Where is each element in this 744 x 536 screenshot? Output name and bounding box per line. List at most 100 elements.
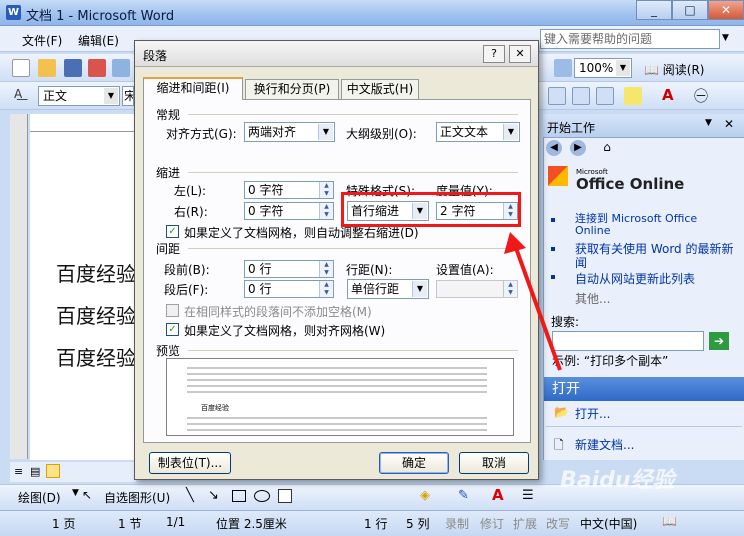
spinner-icon[interactable]: ▲ ▼ bbox=[319, 203, 333, 219]
link-latest-news[interactable]: 获取有关使用 Word 的最新新闻 bbox=[575, 242, 739, 270]
no-space-same-style-checkbox[interactable] bbox=[166, 304, 179, 317]
home-icon[interactable]: ⌂ bbox=[598, 140, 616, 156]
preview-line bbox=[187, 423, 487, 425]
permission-icon[interactable] bbox=[88, 59, 106, 77]
preview-line bbox=[187, 391, 487, 393]
decrease-indent-icon[interactable] bbox=[596, 87, 614, 105]
snap-to-grid-checkbox[interactable]: ✓ bbox=[166, 323, 179, 336]
link-auto-update[interactable]: 自动从网站更新此列表 bbox=[575, 270, 695, 287]
pane-menu-icon[interactable]: ▼ bbox=[705, 118, 712, 128]
oval-icon[interactable] bbox=[254, 490, 270, 502]
status-page-of: 1/1 bbox=[166, 515, 186, 529]
rectangle-icon[interactable] bbox=[232, 490, 246, 502]
status-overtype[interactable]: 改写 bbox=[546, 515, 570, 532]
close-window-button[interactable]: ✕ bbox=[708, 0, 744, 20]
select-objects-icon[interactable]: ↖ bbox=[82, 488, 92, 502]
chevron-down-icon: ▼ bbox=[412, 281, 427, 297]
vertical-ruler[interactable] bbox=[10, 114, 28, 459]
space-after-label: 段后(F): bbox=[164, 283, 209, 297]
normal-view-icon[interactable]: ≡ bbox=[14, 465, 23, 478]
spinner-icon[interactable]: ▲ ▼ bbox=[319, 281, 333, 297]
pane-search-input[interactable] bbox=[552, 331, 704, 351]
status-record[interactable]: 录制 bbox=[445, 515, 469, 532]
back-icon[interactable]: ◀ bbox=[546, 140, 562, 156]
tab-asian-typography[interactable]: 中文版式(H) bbox=[341, 79, 419, 99]
draw-font-color-icon[interactable]: A bbox=[492, 486, 504, 504]
status-track[interactable]: 修订 bbox=[480, 515, 504, 532]
horizontal-ruler[interactable] bbox=[30, 114, 136, 132]
open-file-link[interactable]: 打开... bbox=[575, 405, 610, 422]
line-color-icon[interactable]: ✎ bbox=[458, 488, 469, 503]
right-indent-input[interactable]: 0 字符 ▲ ▼ bbox=[244, 202, 334, 220]
paragraph-dialog: 段落 ? ✕ 缩进和间距(I) 换行和分页(P) 中文版式(H) 常规 对齐方式… bbox=[134, 40, 539, 480]
spacing-at-label: 设置值(A): bbox=[436, 263, 494, 277]
research-icon[interactable] bbox=[554, 59, 572, 77]
document-line-1[interactable]: 百度经验 bbox=[56, 258, 136, 287]
help-search-input[interactable]: 键入需要帮助的问题 bbox=[540, 29, 720, 49]
fill-color-icon[interactable]: ◈ bbox=[420, 488, 430, 503]
draw-menu[interactable]: 绘图(D) bbox=[18, 489, 61, 506]
zoom-combo[interactable]: 100% ▼ bbox=[574, 58, 632, 78]
outline-level-select[interactable]: 正文文本 ▼ bbox=[436, 122, 520, 142]
chevron-down-icon: ▼ bbox=[104, 88, 118, 104]
bullets-icon[interactable] bbox=[572, 87, 590, 105]
new-document-link[interactable]: 新建文档... bbox=[575, 436, 634, 453]
spinner-icon[interactable]: ▲ ▼ bbox=[319, 261, 333, 277]
link-connect-office-online[interactable]: 连接到 Microsoft Office Online bbox=[575, 213, 735, 237]
separator bbox=[188, 350, 518, 351]
link-more[interactable]: 其他... bbox=[575, 290, 610, 307]
auto-adjust-checkbox[interactable]: ✓ bbox=[166, 225, 179, 238]
line-spacing-select[interactable]: 单倍行距 ▼ bbox=[347, 279, 429, 299]
read-mode-button[interactable]: 📖 阅读(R) bbox=[644, 61, 704, 78]
tab-indents-spacing[interactable]: 缩进和间距(I) bbox=[143, 77, 243, 100]
web-view-icon[interactable]: ▤ bbox=[30, 465, 40, 478]
baidu-watermark: Baidu经验 bbox=[560, 468, 675, 493]
textbox-icon[interactable] bbox=[278, 489, 292, 503]
numbering-icon[interactable] bbox=[548, 87, 566, 105]
alignment-select[interactable]: 两端对齐 ▼ bbox=[244, 122, 335, 142]
space-after-input[interactable]: 0 行 ▲ ▼ bbox=[244, 280, 334, 298]
dialog-close-icon[interactable]: ✕ bbox=[509, 45, 531, 63]
help-icon[interactable]: ? bbox=[483, 45, 505, 63]
ok-button[interactable]: 确定 bbox=[379, 452, 449, 474]
print-layout-icon[interactable] bbox=[46, 464, 60, 478]
indent-heading: 缩进 bbox=[156, 166, 181, 180]
font-color-icon[interactable]: A bbox=[662, 86, 674, 104]
minimize-button[interactable]: _ bbox=[636, 0, 672, 20]
highlight-icon[interactable] bbox=[624, 87, 642, 105]
preview-heading: 预览 bbox=[156, 344, 181, 358]
phonetic-guide-icon[interactable]: ㊀ bbox=[694, 86, 708, 106]
styles-pane-icon[interactable]: A͟ bbox=[14, 87, 22, 101]
open-folder-icon: 📂 bbox=[554, 405, 569, 419]
spelling-status-icon[interactable]: 📖 bbox=[662, 514, 677, 528]
line-icon[interactable]: ╲ bbox=[186, 488, 194, 503]
pane-close-icon[interactable]: ✕ bbox=[724, 117, 734, 131]
maximize-button[interactable]: □ bbox=[672, 0, 708, 20]
spinner-icon[interactable]: ▲ ▼ bbox=[319, 182, 333, 198]
font-combo[interactable]: 宋 bbox=[122, 86, 134, 106]
forward-icon[interactable]: ▶ bbox=[570, 140, 586, 156]
style-combo[interactable]: 正文 ▼ bbox=[38, 86, 120, 106]
cancel-button[interactable]: 取消 bbox=[459, 452, 529, 474]
office-logo-icon bbox=[548, 166, 568, 186]
open-folder-icon[interactable] bbox=[38, 59, 56, 77]
new-document-icon[interactable] bbox=[12, 59, 30, 77]
help-dropdown-icon[interactable]: ▼ bbox=[722, 33, 729, 43]
print-icon[interactable] bbox=[112, 59, 130, 77]
go-arrow-icon[interactable]: ➔ bbox=[709, 332, 729, 350]
save-icon[interactable] bbox=[64, 59, 82, 77]
left-indent-input[interactable]: 0 字符 ▲ ▼ bbox=[244, 181, 334, 199]
document-line-2[interactable]: 百度经验 bbox=[56, 300, 136, 329]
line-style-icon[interactable]: ☰ bbox=[522, 488, 534, 503]
document-line-3[interactable]: 百度经验 bbox=[56, 342, 136, 371]
tab-line-page-breaks[interactable]: 换行和分页(P) bbox=[245, 79, 339, 99]
arrow-icon[interactable]: ↘ bbox=[208, 488, 219, 503]
menu-file[interactable]: 文件(F) bbox=[22, 32, 62, 49]
autoshapes-menu[interactable]: 自选图形(U) bbox=[104, 489, 170, 506]
menu-edit[interactable]: 编辑(E) bbox=[78, 32, 119, 49]
status-extend[interactable]: 扩展 bbox=[513, 515, 537, 532]
font-value: 宋 bbox=[124, 89, 133, 103]
space-before-input[interactable]: 0 行 ▲ ▼ bbox=[244, 260, 334, 278]
tabs-button[interactable]: 制表位(T)... bbox=[149, 452, 231, 474]
document-page[interactable] bbox=[30, 132, 136, 460]
